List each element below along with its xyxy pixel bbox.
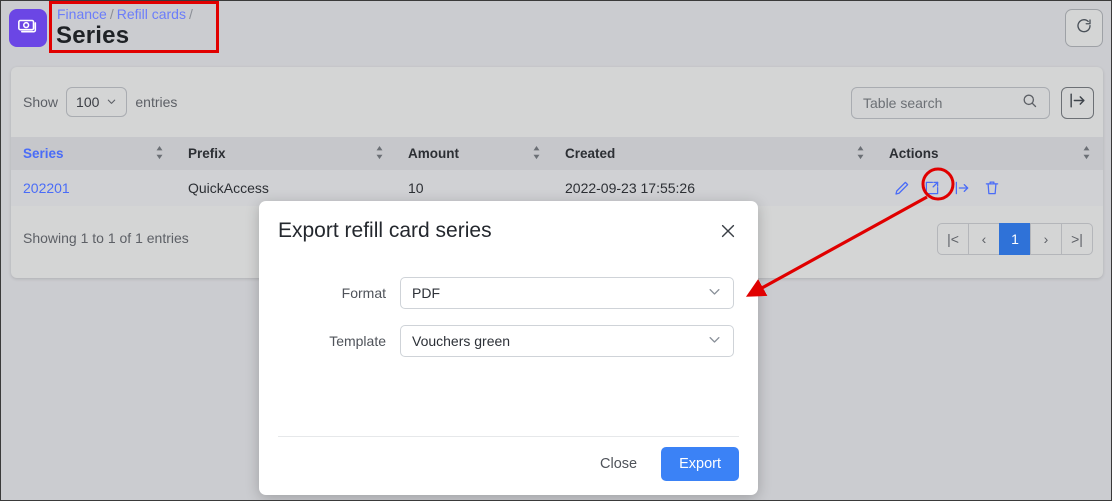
sort-icon-amount[interactable] bbox=[532, 145, 541, 162]
sort-icon-actions[interactable] bbox=[1082, 145, 1091, 162]
label-format: Format bbox=[341, 285, 386, 301]
edit-icon[interactable] bbox=[893, 179, 911, 197]
column-label-amount: Amount bbox=[408, 146, 459, 161]
entries-info: Showing 1 to 1 of 1 entries bbox=[23, 230, 189, 246]
format-select[interactable]: PDF bbox=[400, 277, 734, 309]
top-bar: Finance / Refill cards / Series bbox=[1, 1, 1111, 57]
export-arrow-icon bbox=[1068, 91, 1087, 115]
column-label-series: Series bbox=[23, 146, 64, 161]
refresh-icon bbox=[1075, 17, 1093, 40]
search-input[interactable] bbox=[861, 94, 1021, 112]
show-entries-control: Show 100 entries bbox=[23, 87, 177, 117]
search-icon[interactable] bbox=[1021, 92, 1038, 114]
table-header: Series Prefix Amount Created Actions bbox=[11, 137, 1103, 170]
breadcrumb-separator-1: / bbox=[109, 6, 114, 22]
chevron-down-icon bbox=[707, 284, 722, 302]
column-label-actions: Actions bbox=[889, 146, 939, 161]
chevron-down-icon bbox=[707, 332, 722, 350]
export-arrow-icon[interactable] bbox=[953, 179, 971, 197]
refresh-button[interactable] bbox=[1065, 9, 1103, 47]
delete-icon[interactable] bbox=[983, 179, 1001, 197]
close-icon[interactable] bbox=[716, 219, 740, 243]
table-toolbar: Show 100 entries bbox=[11, 67, 1103, 137]
pagination-last[interactable]: >| bbox=[1061, 223, 1093, 255]
series-table: Series Prefix Amount Created Actions 202… bbox=[11, 137, 1103, 206]
pagination-prev[interactable]: ‹ bbox=[968, 223, 1000, 255]
close-button[interactable]: Close bbox=[590, 448, 647, 480]
app-logo bbox=[9, 9, 47, 47]
template-select-value: Vouchers green bbox=[412, 333, 511, 349]
sort-icon-series[interactable] bbox=[155, 145, 164, 162]
cell-series: 202201 bbox=[11, 170, 176, 206]
entries-per-page-select[interactable]: 100 bbox=[66, 87, 128, 117]
table-header-row: Series Prefix Amount Created Actions bbox=[11, 137, 1103, 170]
column-header-amount[interactable]: Amount bbox=[396, 137, 553, 170]
export-table-button[interactable] bbox=[1061, 87, 1094, 119]
open-external-icon[interactable] bbox=[923, 179, 941, 197]
table-search[interactable] bbox=[851, 87, 1050, 119]
column-header-created[interactable]: Created bbox=[553, 137, 877, 170]
dialog-title: Export refill card series bbox=[278, 219, 492, 242]
form-row-template: Template Vouchers green bbox=[259, 325, 758, 357]
dialog-footer: Close Export bbox=[590, 447, 739, 481]
pagination-page-1[interactable]: 1 bbox=[999, 223, 1031, 255]
entries-label: entries bbox=[135, 94, 178, 110]
entries-per-page-value: 100 bbox=[76, 94, 100, 110]
banknote-icon bbox=[17, 15, 39, 42]
breadcrumb-separator-2: / bbox=[188, 6, 193, 22]
dialog-body: Format PDF Template Vouchers green bbox=[259, 263, 758, 357]
column-header-series[interactable]: Series bbox=[11, 137, 176, 170]
sort-icon-created[interactable] bbox=[856, 145, 865, 162]
column-header-prefix[interactable]: Prefix bbox=[176, 137, 396, 170]
dialog-header: Export refill card series bbox=[259, 201, 758, 263]
template-select[interactable]: Vouchers green bbox=[400, 325, 734, 357]
breadcrumb-item-refill-cards[interactable]: Refill cards bbox=[117, 6, 186, 22]
row-action-icons bbox=[889, 179, 1091, 197]
pagination-next[interactable]: › bbox=[1030, 223, 1062, 255]
cell-actions bbox=[877, 170, 1103, 206]
column-header-actions[interactable]: Actions bbox=[877, 137, 1103, 170]
breadcrumb-item-finance[interactable]: Finance bbox=[57, 6, 107, 22]
column-label-created: Created bbox=[565, 146, 616, 161]
export-button[interactable]: Export bbox=[661, 447, 739, 481]
application-window: Finance/Refill cards/ Series Show 100 bbox=[0, 0, 1112, 501]
pagination: |< ‹ 1 › >| bbox=[937, 223, 1093, 255]
page-title: Series bbox=[56, 22, 130, 49]
sort-icon-prefix[interactable] bbox=[375, 145, 384, 162]
label-template: Template bbox=[329, 333, 386, 349]
dialog-divider bbox=[278, 436, 739, 437]
show-label: Show bbox=[23, 94, 59, 110]
column-label-prefix: Prefix bbox=[188, 146, 226, 161]
chevron-down-icon bbox=[106, 94, 117, 110]
pagination-first[interactable]: |< bbox=[937, 223, 969, 255]
export-refill-card-series-dialog: Export refill card series Format PDF Tem… bbox=[259, 201, 758, 495]
series-link[interactable]: 202201 bbox=[23, 180, 70, 196]
form-row-format: Format PDF bbox=[259, 277, 758, 309]
format-select-value: PDF bbox=[412, 285, 440, 301]
